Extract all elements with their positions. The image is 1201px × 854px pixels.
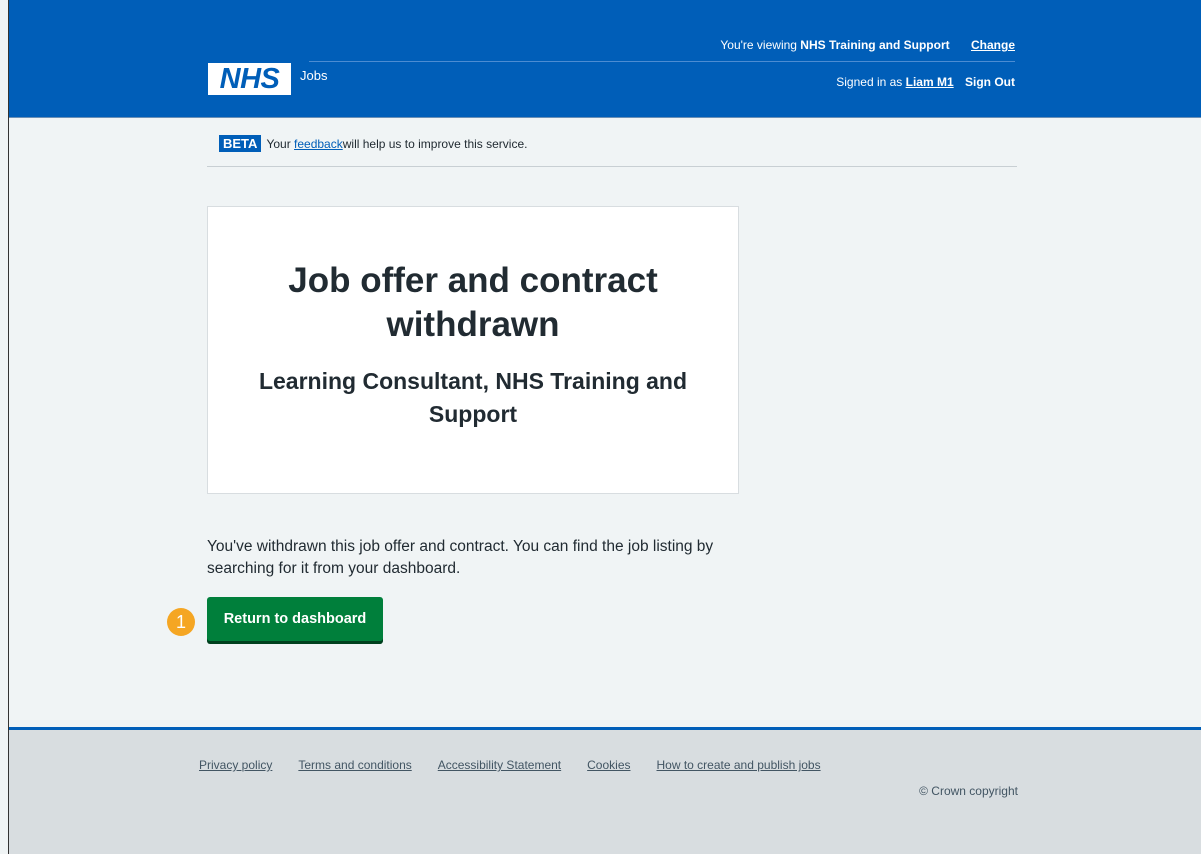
terms-link[interactable]: Terms and conditions — [298, 758, 411, 772]
job-subtitle: Learning Consultant, NHS Training and Su… — [258, 368, 688, 427]
site-header: You're viewing NHS Training and Support … — [9, 0, 1201, 118]
step-number-badge: 1 — [167, 608, 195, 636]
privacy-policy-link[interactable]: Privacy policy — [199, 758, 272, 772]
account-bar: Signed in as Liam M1 Sign Out — [836, 75, 1015, 89]
signed-in-prefix: Signed in as — [836, 75, 906, 89]
page-title: Job offer and contract withdrawn — [288, 261, 658, 344]
footer-links: Privacy policy Terms and conditions Acce… — [199, 758, 847, 772]
viewing-prefix: You're viewing — [720, 38, 801, 52]
beta-tag: BETA — [219, 135, 262, 152]
beta-prefix: Your — [266, 136, 291, 151]
page-frame: You're viewing NHS Training and Support … — [8, 0, 1201, 854]
copyright: © Crown copyright — [919, 784, 1018, 798]
sign-out-link[interactable]: Sign Out — [965, 75, 1015, 89]
organisation-name: NHS Training and Support — [800, 38, 950, 52]
beta-suffix: will help us to improve this service. — [342, 136, 528, 151]
service-name[interactable]: Jobs — [300, 68, 327, 83]
site-footer: Privacy policy Terms and conditions Acce… — [9, 727, 1201, 854]
confirmation-panel: Job offer and contract withdrawn Learnin… — [207, 206, 739, 494]
feedback-link[interactable]: feedback — [294, 137, 343, 151]
nhs-logo[interactable]: NHS — [208, 63, 291, 95]
nhs-logo-text: NHS — [219, 62, 280, 95]
org-viewing-bar: You're viewing NHS Training and Support … — [720, 38, 1015, 52]
confirmation-message: You've withdrawn this job offer and cont… — [207, 538, 714, 577]
publish-jobs-link[interactable]: How to create and publish jobs — [657, 758, 821, 772]
change-organisation-link[interactable]: Change — [971, 38, 1015, 52]
accessibility-link[interactable]: Accessibility Statement — [438, 758, 561, 772]
beta-banner: BETA Your feedback will help us to impro… — [219, 135, 527, 152]
cookies-link[interactable]: Cookies — [587, 758, 630, 772]
beta-divider — [207, 166, 1017, 167]
user-account-link[interactable]: Liam M1 — [906, 75, 954, 89]
return-to-dashboard-button[interactable]: Return to dashboard — [207, 597, 383, 641]
header-divider — [309, 61, 1015, 62]
